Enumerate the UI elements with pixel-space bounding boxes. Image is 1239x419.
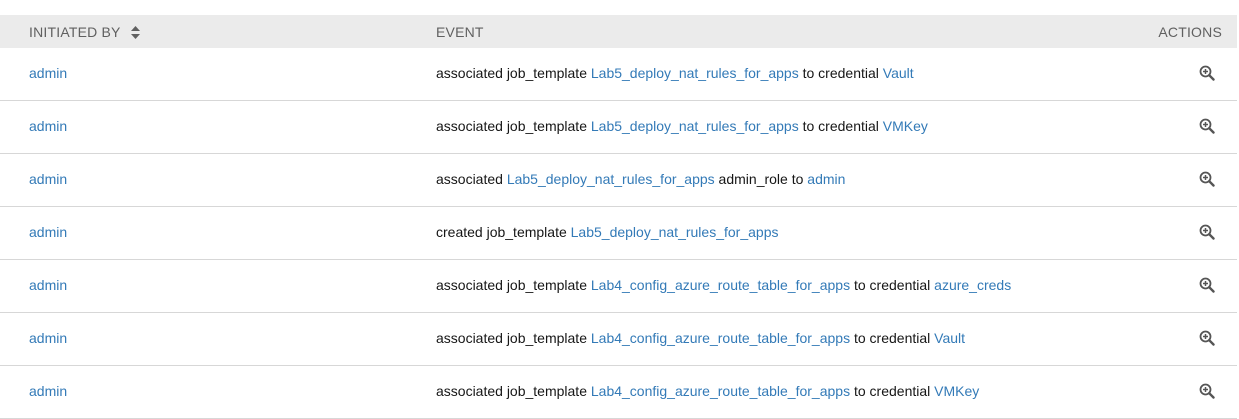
initiated-by-link[interactable]: admin — [29, 118, 67, 134]
table-row: admin associated Lab5_deploy_nat_rules_f… — [0, 154, 1237, 207]
zoom-in-icon[interactable] — [1199, 65, 1215, 81]
event-text-prefix: created job_template — [436, 224, 571, 240]
initiated-by-link[interactable]: admin — [29, 330, 67, 346]
table-row: admin associated job_template Lab4_confi… — [0, 313, 1237, 366]
initiated-by-link[interactable]: admin — [29, 224, 67, 240]
event-description: associated job_template Lab4_config_azur… — [436, 277, 1011, 293]
zoom-in-icon[interactable] — [1199, 118, 1215, 134]
event-target-link[interactable]: VMKey — [883, 118, 928, 134]
event-text-prefix: associated job_template — [436, 65, 591, 81]
event-target-link[interactable]: admin — [807, 171, 845, 187]
initiated-by-link[interactable]: admin — [29, 383, 67, 399]
event-text-middle: to credential — [850, 383, 935, 399]
zoom-in-icon[interactable] — [1199, 330, 1215, 346]
zoom-in-icon[interactable] — [1199, 224, 1215, 240]
initiated-by-link[interactable]: admin — [29, 65, 67, 81]
event-text-middle: to credential — [798, 118, 883, 134]
event-text-middle: to credential — [850, 277, 935, 293]
event-target-link[interactable]: VMKey — [934, 383, 979, 399]
table-row: admin associated job_template Lab4_confi… — [0, 366, 1237, 419]
event-text-prefix: associated job_template — [436, 277, 591, 293]
zoom-in-icon[interactable] — [1199, 383, 1215, 399]
event-object-link[interactable]: Lab5_deploy_nat_rules_for_apps — [571, 224, 779, 240]
event-object-link[interactable]: Lab4_config_azure_route_table_for_apps — [591, 277, 850, 293]
event-text-middle: to credential — [798, 65, 883, 81]
event-object-link[interactable]: Lab5_deploy_nat_rules_for_apps — [591, 118, 799, 134]
event-object-link[interactable]: Lab4_config_azure_route_table_for_apps — [591, 330, 850, 346]
actions-column-header: ACTIONS — [1158, 24, 1222, 40]
event-text-middle: to credential — [850, 330, 935, 346]
zoom-in-icon[interactable] — [1199, 171, 1215, 187]
event-description: created job_template Lab5_deploy_nat_rul… — [436, 224, 778, 240]
event-object-link[interactable]: Lab5_deploy_nat_rules_for_apps — [507, 171, 715, 187]
event-description: associated Lab5_deploy_nat_rules_for_app… — [436, 171, 845, 187]
sort-icon[interactable] — [130, 25, 140, 39]
event-description: associated job_template Lab5_deploy_nat_… — [436, 65, 914, 81]
table-row: admin created job_template Lab5_deploy_n… — [0, 207, 1237, 260]
event-target-link[interactable]: azure_creds — [934, 277, 1011, 293]
initiated-by-link[interactable]: admin — [29, 171, 67, 187]
event-description: associated job_template Lab5_deploy_nat_… — [436, 118, 928, 134]
event-text-prefix: associated job_template — [436, 118, 591, 134]
initiated-by-link[interactable]: admin — [29, 277, 67, 293]
event-text-prefix: associated job_template — [436, 330, 591, 346]
event-description: associated job_template Lab4_config_azur… — [436, 330, 965, 346]
activity-stream-table: INITIATED BY EVENT ACTIONS admin associa… — [0, 15, 1237, 419]
table-row: admin associated job_template Lab4_confi… — [0, 260, 1237, 313]
zoom-in-icon[interactable] — [1199, 277, 1215, 293]
table-header: INITIATED BY EVENT ACTIONS — [0, 15, 1237, 48]
event-target-link[interactable]: Vault — [934, 330, 965, 346]
table-row: admin associated job_template Lab5_deplo… — [0, 48, 1237, 101]
event-object-link[interactable]: Lab5_deploy_nat_rules_for_apps — [591, 65, 799, 81]
table-row: admin associated job_template Lab5_deplo… — [0, 101, 1237, 154]
event-column-header: EVENT — [436, 24, 484, 40]
event-target-link[interactable]: Vault — [883, 65, 914, 81]
event-object-link[interactable]: Lab4_config_azure_route_table_for_apps — [591, 383, 850, 399]
initiated-by-header-label: INITIATED BY — [29, 24, 121, 40]
initiated-by-column-header[interactable]: INITIATED BY — [29, 24, 140, 40]
event-text-middle: admin_role to — [714, 171, 808, 187]
table-body: admin associated job_template Lab5_deplo… — [0, 48, 1237, 419]
event-description: associated job_template Lab4_config_azur… — [436, 383, 979, 399]
event-text-prefix: associated — [436, 171, 507, 187]
event-text-prefix: associated job_template — [436, 383, 591, 399]
